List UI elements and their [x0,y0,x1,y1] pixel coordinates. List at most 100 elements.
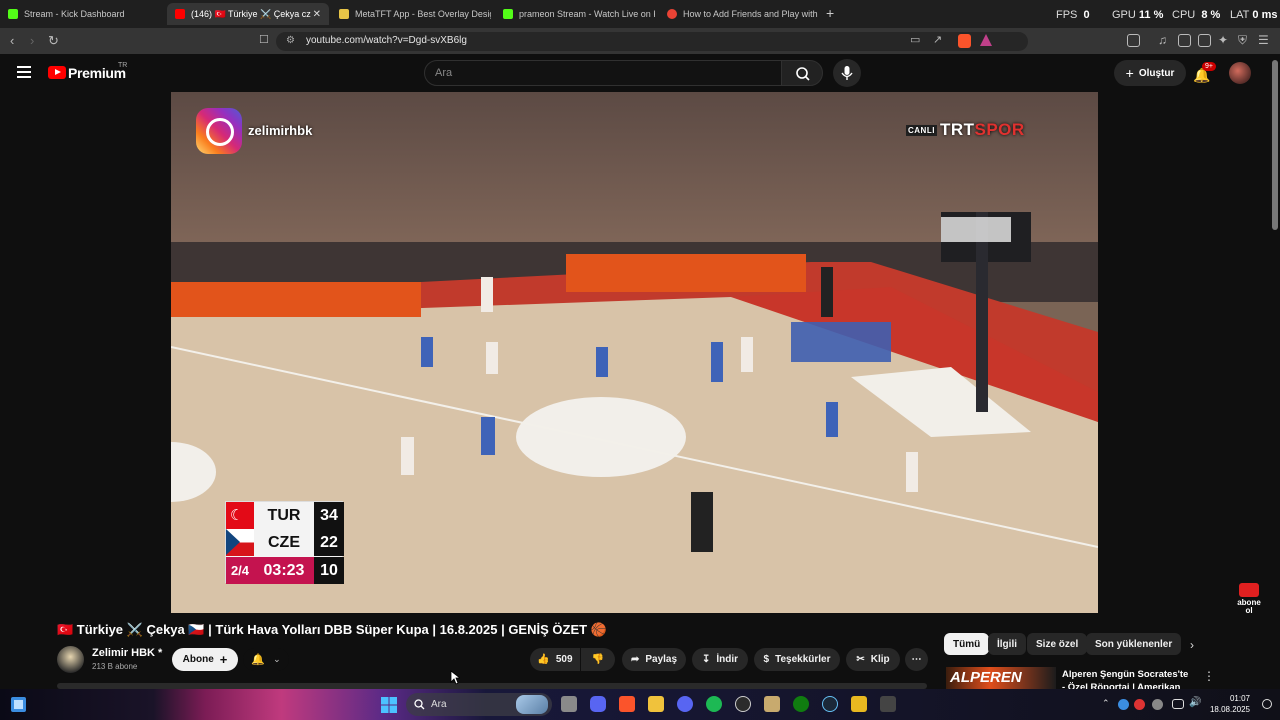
subscribe-button[interactable]: Abone + [172,648,238,671]
back-icon[interactable]: ‹ [10,33,14,48]
share-icon: ➦ [630,654,640,665]
brave-shields-icon[interactable] [958,34,971,48]
sidebar-icon[interactable] [1127,34,1140,47]
region-code: TR [118,62,128,69]
notification-badge: 9+ [1202,62,1216,71]
search-highlight-icon [516,695,548,714]
chip-all[interactable]: Tümü [944,633,990,655]
brave-browser-icon[interactable] [619,696,635,712]
steam-icon[interactable] [822,696,838,712]
hamburger-menu-icon[interactable] [17,66,31,78]
xbox-icon[interactable] [793,696,809,712]
app-icon[interactable] [880,696,896,712]
home-team: TUR [254,502,314,529]
leo-ai-icon[interactable]: ✦ [1218,33,1228,47]
windows-widgets-icon[interactable] [11,697,26,712]
tab-title: How to Add Friends and Play with Ot [683,9,819,19]
more-actions-button[interactable]: ⋯ [905,648,928,671]
create-button[interactable]: + Oluştur [1114,60,1186,86]
tab-title: MetaTFT App - Best Overlay Designe [355,9,491,19]
page-scrollbar[interactable] [1272,60,1278,230]
taskbar-search-box[interactable]: Ara [406,693,552,716]
chip-for-you[interactable]: Size özel [1027,633,1088,655]
recommended-video-title[interactable]: Alperen Şengün Socrates'te - Özel Röport… [1062,668,1192,690]
thumbs-down-icon: 👎 [591,654,605,665]
voice-search-button[interactable] [833,59,861,87]
microphone-tray-icon[interactable] [1152,699,1163,710]
home-score: 34 [314,502,344,529]
chevron-right-icon[interactable]: › [1190,638,1194,652]
bookmark-icon[interactable]: ☐ [259,33,269,46]
account-avatar[interactable] [1229,62,1251,84]
wallet-icon[interactable] [1198,34,1211,47]
download-button[interactable]: ↧ İndir [692,648,748,671]
file-explorer-icon[interactable] [648,696,664,712]
new-tab-button[interactable]: + [826,5,834,21]
discord-alt-icon[interactable] [590,696,606,712]
reload-icon[interactable]: ↻ [48,33,59,49]
forward-icon[interactable]: › [30,33,34,48]
obs-icon[interactable] [735,696,751,712]
mouse-cursor-icon [450,670,460,685]
share-page-icon[interactable]: ↗ [933,33,942,46]
browser-tab-active[interactable]: (146) 🇹🇷 Türkiye ⚔️ Çekya cz ✕ [167,3,329,25]
kick-favicon-icon [503,9,513,19]
subscribe-overlay-label: abone ol [1237,598,1261,615]
reader-icon[interactable] [1178,34,1191,47]
notification-settings-button[interactable]: 🔔 ⌄ [243,648,289,671]
menu-icon[interactable]: ☰ [1258,33,1269,47]
site-info-icon[interactable]: ⚙ [286,35,295,46]
start-menu-icon[interactable] [381,697,397,713]
taskbar-clock[interactable]: 01:07 18.08.2025 [1206,693,1250,715]
dislike-button[interactable]: 👎 [581,648,615,671]
channel-name[interactable]: Zelimir HBK * [92,647,162,659]
browser-tab[interactable]: How to Add Friends and Play with Ot [659,3,819,25]
app-icon[interactable] [851,696,867,712]
recommended-more-icon[interactable]: ⋮ [1203,669,1215,683]
subscribe-overlay-button[interactable]: abone ol [1236,583,1262,615]
instagram-logo-icon [196,108,242,154]
clip-button[interactable]: ✂ Klip [846,648,900,671]
close-tab-icon[interactable]: ✕ [313,9,321,20]
discord-icon[interactable] [677,696,693,712]
tray-app-icon[interactable] [1118,699,1129,710]
search-icon [796,67,810,81]
chip-related[interactable]: İlgili [988,633,1026,655]
shot-clock: 10 [314,557,344,584]
super-thanks-icon: $ [763,654,770,665]
browser-tab[interactable]: Stream - Kick Dashboard [0,3,166,25]
download-icon: ↧ [701,654,711,665]
league-client-icon[interactable] [764,696,780,712]
vpn-icon[interactable]: ⛨ [1238,33,1247,48]
channel-avatar[interactable] [57,646,84,673]
browser-tab[interactable]: prameon Stream - Watch Live on Kick [495,3,655,25]
share-label: Paylaş [645,654,678,665]
volume-icon[interactable]: 🔊 [1189,697,1201,708]
spotify-icon[interactable] [706,696,722,712]
tray-overflow-icon[interactable]: ⌃ [1102,698,1110,709]
plus-icon: + [219,652,228,667]
like-count: 509 [555,654,573,665]
search-input[interactable]: Ara [424,60,782,86]
notification-center-icon[interactable] [1262,699,1272,709]
chip-recently-uploaded[interactable]: Son yüklenenler [1086,633,1182,655]
clock-date: 18.08.2025 [1209,705,1250,714]
tray-app-icon[interactable] [1134,699,1145,710]
cast-icon[interactable]: ▭ [910,33,920,46]
search-button[interactable] [781,60,823,86]
recommended-video-thumbnail[interactable]: ALPEREN [946,667,1056,689]
browser-tab[interactable]: MetaTFT App - Best Overlay Designe [331,3,491,25]
thanks-button[interactable]: $ Teşekkürler [754,648,840,671]
youtube-logo-icon[interactable] [48,66,66,79]
create-label: Oluştur [1138,67,1175,79]
task-view-icon[interactable] [561,696,577,712]
brave-rewards-icon[interactable] [980,34,992,46]
cpu-stat: CPU 8 % [1172,9,1221,21]
score-row-away: CZE 22 [226,529,344,556]
kick-favicon-icon [8,9,18,19]
music-icon[interactable]: ♫ [1158,33,1167,47]
network-icon[interactable] [1172,699,1184,709]
google-favicon-icon [667,9,677,19]
like-button[interactable]: 👍 509 [530,648,580,671]
share-button[interactable]: ➦ Paylaş [622,648,686,671]
